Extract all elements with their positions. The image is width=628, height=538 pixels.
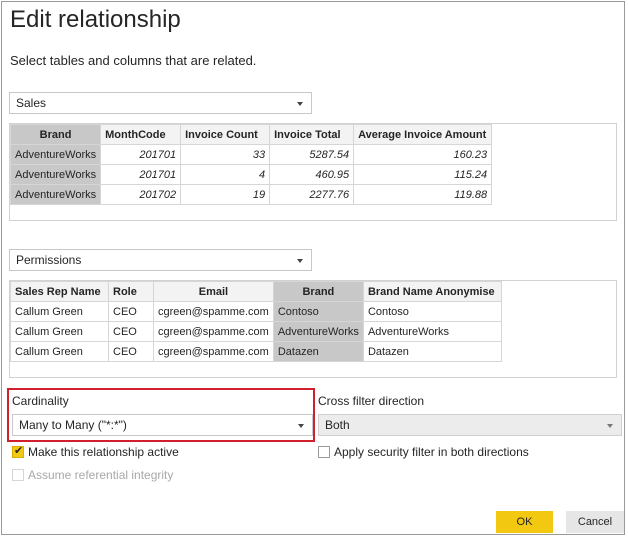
table-cell: 160.23 xyxy=(353,144,493,165)
table-cell: 19 xyxy=(180,184,271,205)
table-cell: CEO xyxy=(108,301,154,322)
table2-preview: Sales Rep Name Role Email Brand Brand Na… xyxy=(9,280,617,378)
table-cell: Contoso xyxy=(362,301,502,322)
security-checkbox[interactable] xyxy=(318,446,330,458)
table-row: Callum Green CEO cgreen@spamme.com Dataz… xyxy=(10,341,502,362)
table-cell: Callum Green xyxy=(10,341,109,362)
table1-preview: Brand MonthCode Invoice Count Invoice To… xyxy=(9,123,617,221)
table-cell: cgreen@spamme.com xyxy=(153,341,274,362)
active-checkbox[interactable]: ✔ xyxy=(12,445,24,458)
table-row: AdventureWorks 201701 33 5287.54 160.23 xyxy=(9,144,493,165)
table1-header-row: Brand MonthCode Invoice Count Invoice To… xyxy=(9,124,493,145)
dialog-title: Edit relationship xyxy=(10,6,181,33)
table1-col-monthcode[interactable]: MonthCode xyxy=(100,124,182,145)
table1-select[interactable]: Sales xyxy=(9,92,312,114)
table-row: AdventureWorks 201702 19 2277.76 119.88 xyxy=(9,184,493,205)
table-cell: Callum Green xyxy=(10,321,109,342)
table-row: Callum Green CEO cgreen@spamme.com Adven… xyxy=(10,321,502,342)
table-cell: 201701 xyxy=(100,144,182,165)
active-checkbox-label: Make this relationship active xyxy=(28,445,179,459)
table-cell: 201701 xyxy=(100,164,182,185)
edit-relationship-dialog: Edit relationship Select tables and colu… xyxy=(1,1,625,535)
table2-col-brand-anonymise[interactable]: Brand Name Anonymise xyxy=(362,281,502,302)
table-cell: 4 xyxy=(180,164,271,185)
security-checkbox-label: Apply security filter in both directions xyxy=(334,445,529,459)
referential-checkbox xyxy=(12,469,24,481)
table1-grid: Brand MonthCode Invoice Count Invoice To… xyxy=(9,124,493,205)
table-cell: Datazen xyxy=(362,341,502,362)
chevron-down-icon xyxy=(297,259,303,263)
chevron-down-icon xyxy=(298,424,304,428)
table-row: Callum Green CEO cgreen@spamme.com Conto… xyxy=(10,301,502,322)
table-cell: cgreen@spamme.com xyxy=(153,301,274,322)
cardinality-label: Cardinality xyxy=(12,394,69,408)
table2-col-sales-rep[interactable]: Sales Rep Name xyxy=(10,281,109,302)
table-cell: AdventureWorks xyxy=(9,144,102,165)
table1-col-brand[interactable]: Brand xyxy=(9,124,102,145)
table-cell: CEO xyxy=(108,341,154,362)
chevron-down-icon xyxy=(607,424,613,428)
cancel-button[interactable]: Cancel xyxy=(566,511,624,533)
table-cell: CEO xyxy=(108,321,154,342)
ok-button[interactable]: OK xyxy=(496,511,553,533)
table-cell: AdventureWorks xyxy=(272,321,364,342)
table2-select-value: Permissions xyxy=(16,253,82,267)
table-cell: AdventureWorks xyxy=(362,321,502,342)
table-cell: 460.95 xyxy=(269,164,355,185)
table2-col-email[interactable]: Email xyxy=(153,281,274,302)
cross-filter-select[interactable]: Both xyxy=(318,414,622,436)
cardinality-select[interactable]: Many to Many ("*:*") xyxy=(12,414,313,436)
table-cell: Datazen xyxy=(272,341,364,362)
dialog-subtitle: Select tables and columns that are relat… xyxy=(10,53,257,68)
table-cell: AdventureWorks xyxy=(9,164,102,185)
chevron-down-icon xyxy=(297,102,303,106)
table2-select[interactable]: Permissions xyxy=(9,249,312,271)
table1-col-invoice-count[interactable]: Invoice Count xyxy=(180,124,271,145)
table2-grid: Sales Rep Name Role Email Brand Brand Na… xyxy=(10,281,502,362)
table-cell: 5287.54 xyxy=(269,144,355,165)
cross-filter-select-value: Both xyxy=(325,418,350,432)
table2-header-row: Sales Rep Name Role Email Brand Brand Na… xyxy=(10,281,502,302)
cross-filter-label: Cross filter direction xyxy=(318,394,425,408)
table-row: AdventureWorks 201701 4 460.95 115.24 xyxy=(9,164,493,185)
table2-col-brand[interactable]: Brand xyxy=(272,281,364,302)
table-cell: 201702 xyxy=(100,184,182,205)
referential-checkbox-label: Assume referential integrity xyxy=(28,468,174,482)
table1-col-invoice-total[interactable]: Invoice Total xyxy=(269,124,355,145)
table1-col-average-invoice[interactable]: Average Invoice Amount xyxy=(353,124,493,145)
table-cell: 119.88 xyxy=(353,184,493,205)
checkmark-icon: ✔ xyxy=(14,445,24,457)
table-cell: 2277.76 xyxy=(269,184,355,205)
table-cell: 33 xyxy=(180,144,271,165)
table2-col-role[interactable]: Role xyxy=(108,281,154,302)
table-cell: AdventureWorks xyxy=(9,184,102,205)
table-cell: cgreen@spamme.com xyxy=(153,321,274,342)
table-cell: Callum Green xyxy=(10,301,109,322)
table-cell: 115.24 xyxy=(353,164,493,185)
table1-select-value: Sales xyxy=(16,96,47,110)
cardinality-select-value: Many to Many ("*:*") xyxy=(19,418,127,432)
table-cell: Contoso xyxy=(272,301,364,322)
